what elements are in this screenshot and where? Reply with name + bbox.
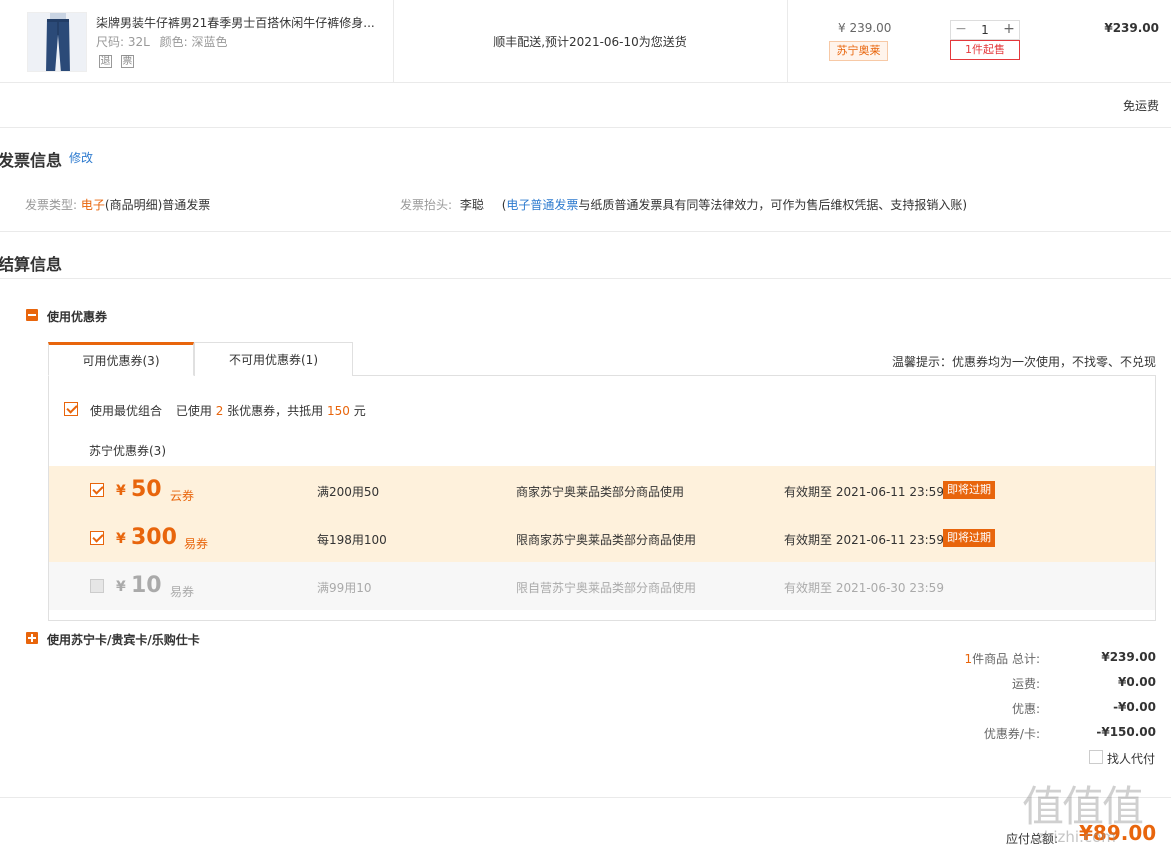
coupon-type: 云券 <box>170 489 195 503</box>
shipping-fee: 免运费 <box>1122 99 1159 113</box>
settlement-section-title: 结算信息 <box>0 255 63 274</box>
coupon-validity: 有效期至 2021-06-11 23:59 <box>784 533 944 547</box>
quantity-input[interactable]: 1 <box>971 21 999 39</box>
coupon-card-label: 优惠券/卡: <box>983 727 1040 741</box>
coupon-rule: 满200用50 <box>317 485 380 499</box>
coupon-checkbox[interactable] <box>90 531 104 545</box>
used-amount: 150 <box>327 404 350 418</box>
product-row: 柒牌男装牛仔裤男21春季男士百搭休闲牛仔裤修身... 尺码: 32L 颜色: 深… <box>0 0 1171 83</box>
used-prefix: 已使用 <box>175 404 212 418</box>
divider <box>787 0 788 83</box>
invoice-tag-icon: 票 <box>120 55 134 68</box>
freight-value: ¥0.00 <box>1118 675 1156 689</box>
invoice-type-label: 发票类型: <box>25 198 78 212</box>
return-tag-icon: 退 <box>99 55 112 68</box>
use-coupon-toggle[interactable]: 使用优惠券 <box>47 308 107 325</box>
quantity-plus-button[interactable]: + <box>999 21 1019 39</box>
unit-price: ¥ 239.00 <box>838 21 892 35</box>
invoice-note: 与纸质普通发票具有同等法律效力，可作为售后维权凭据、支持报销入账) <box>578 198 968 212</box>
store-badge: 苏宁奥莱 <box>829 41 888 61</box>
coupon-type: 易券 <box>184 537 209 551</box>
coupon-type: 易券 <box>170 585 195 599</box>
quantity-minus-button[interactable]: − <box>951 21 971 39</box>
coupon-checkbox[interactable] <box>90 579 104 593</box>
collapse-coupon-icon[interactable] <box>26 309 38 321</box>
item-total-label: 1件商品 总计: <box>965 650 1041 667</box>
divider <box>0 231 1171 232</box>
coupon-row[interactable]: ¥ 300 易券 每198用100 限商家苏宁奥莱品类部分商品使用 有效期至 2… <box>49 514 1155 562</box>
divider <box>0 278 1171 279</box>
invoice-header-value: 李聪 <box>459 198 484 212</box>
coupon-amount: 50 <box>131 477 162 502</box>
coupon-checkbox[interactable] <box>90 483 104 497</box>
watermark-url: zhizhi.com <box>1036 828 1116 846</box>
proxy-pay-checkbox[interactable] <box>1089 750 1103 764</box>
coupon-rule: 满99用10 <box>317 581 372 595</box>
discount-label: 优惠: <box>1011 702 1040 716</box>
jeans-image-icon <box>28 13 86 71</box>
proxy-pay-label[interactable]: 找人代付 <box>1107 750 1155 767</box>
item-total-value: ¥239.00 <box>1101 650 1156 664</box>
min-sale-notice: 1件起售 <box>950 40 1020 60</box>
coupon-scope: 限商家苏宁奥莱品类部分商品使用 <box>516 533 697 547</box>
size-label: 尺码: <box>96 35 125 49</box>
size-value: 32L <box>127 35 150 49</box>
invoice-type: 发票类型: 电子(商品明细)普通发票 <box>25 196 210 213</box>
best-combo-text: 使用最优组合 <box>90 404 163 418</box>
coupon-yen: ¥ <box>116 579 126 595</box>
used-count: 2 <box>215 404 224 418</box>
product-title[interactable]: 柒牌男装牛仔裤男21春季男士百搭休闲牛仔裤修身... <box>96 14 375 31</box>
coupon-amount: 300 <box>131 525 177 550</box>
coupon-scope: 商家苏宁奥莱品类部分商品使用 <box>516 485 685 499</box>
expiring-badge: 即将过期 <box>943 481 995 499</box>
coupon-amount: 10 <box>131 573 162 598</box>
divider <box>0 797 1171 798</box>
item-count: 1 <box>964 652 973 666</box>
used-mid: 张优惠券，共抵用 <box>227 404 324 418</box>
coupon-validity: 有效期至 2021-06-30 23:59 <box>784 581 944 595</box>
expiring-badge: 即将过期 <box>943 529 995 547</box>
invoice-header-label: 发票抬头: <box>400 198 453 212</box>
invoice-edit-link[interactable]: 修改 <box>69 149 93 166</box>
invoice-section-title: 发票信息 <box>0 151 63 170</box>
quantity-stepper: − 1 + <box>950 20 1020 40</box>
coupon-group-title: 苏宁优惠券(3) <box>89 444 166 458</box>
color-label: 颜色: <box>159 35 188 49</box>
product-specs: 尺码: 32L 颜色: 深蓝色 <box>96 33 228 50</box>
expand-card-icon[interactable] <box>26 632 38 644</box>
delivery-info: 顺丰配送,预计2021-06-10为您送货 <box>493 35 687 49</box>
coupon-yen: ¥ <box>116 531 126 547</box>
coupon-validity: 有效期至 2021-06-11 23:59 <box>784 485 944 499</box>
use-card-toggle[interactable]: 使用苏宁卡/贵宾卡/乐购仕卡 <box>47 631 200 648</box>
coupon-row[interactable]: ¥ 10 易券 满99用10 限自营苏宁奥莱品类部分商品使用 有效期至 2021… <box>49 562 1155 610</box>
coupon-card-value: -¥150.00 <box>1096 725 1156 739</box>
invoice-type-value: (商品明细)普通发票 <box>104 198 211 212</box>
color-value: 深蓝色 <box>191 35 228 49</box>
coupon-yen: ¥ <box>116 483 126 499</box>
best-combo-checkbox[interactable] <box>64 402 78 416</box>
product-subtotal: ¥239.00 <box>1104 21 1159 35</box>
divider <box>0 127 1171 128</box>
coupon-rule: 每198用100 <box>317 533 387 547</box>
invoice-type-highlight: 电子 <box>80 198 105 212</box>
coupon-scope: 限自营苏宁奥莱品类部分商品使用 <box>516 581 697 595</box>
discount-value: -¥0.00 <box>1113 700 1156 714</box>
freight-label: 运费: <box>1011 677 1040 691</box>
invoice-header: 发票抬头: 李聪 (电子普通发票与纸质普通发票具有同等法律效力，可作为售后维权凭… <box>400 196 967 213</box>
tab-unavailable-coupons[interactable]: 不可用优惠券(1) <box>194 342 353 376</box>
watermark-logo: 值值值 <box>1022 782 1144 831</box>
coupon-tip: 温馨提示：优惠券均为一次使用，不找零、不兑现 <box>891 355 1156 369</box>
best-combo-label: 使用最优组合 已使用 2 张优惠券，共抵用 150 元 <box>90 402 366 419</box>
tab-available-coupons[interactable]: 可用优惠券(3) <box>48 342 194 376</box>
item-total-text: 件商品 总计: <box>972 652 1040 666</box>
coupon-row[interactable]: ¥ 50 云券 满200用50 商家苏宁奥莱品类部分商品使用 有效期至 2021… <box>49 466 1155 514</box>
e-invoice-link[interactable]: 电子普通发票 <box>506 198 578 212</box>
product-thumbnail[interactable] <box>27 12 87 72</box>
used-suffix: 元 <box>353 404 366 418</box>
service-tags: 退 票 <box>99 53 134 68</box>
